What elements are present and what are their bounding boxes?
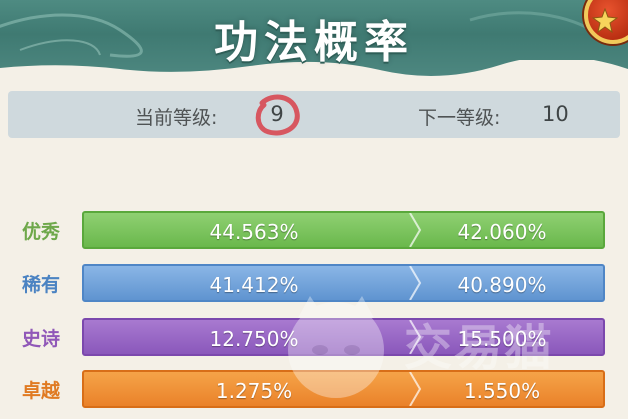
next-level-value: 10 (542, 102, 569, 126)
rarity-label: 优秀 (22, 221, 61, 243)
current-level-label: 当前等级: (135, 107, 218, 129)
panel-title: 功法概率 (214, 17, 414, 68)
current-level-value: 9 (270, 102, 284, 126)
rarity-label: 稀有 (22, 274, 61, 296)
rarity-row-excellent: 优秀 44.563% 42.060% (0, 211, 628, 249)
close-star-icon (592, 8, 618, 34)
rarity-bar: 44.563% 42.060% (82, 211, 605, 249)
level-info-bar: 当前等级: 9 下一等级: 10 (8, 91, 620, 138)
rarity-label: 史诗 (22, 328, 61, 350)
next-probability: 42.060% (457, 220, 547, 244)
watermark-text: 交易猫 (404, 320, 555, 376)
header-banner: 功法概率 (0, 0, 628, 76)
watermark: 交易猫 (276, 288, 616, 419)
cat-logo-icon (288, 296, 384, 398)
next-level-label: 下一等级: (418, 107, 501, 129)
current-probability: 44.563% (209, 220, 299, 244)
probability-panel: 功法概率 当前等级: 9 下一等级: 10 优秀 44.563% 42.060%… (0, 0, 628, 419)
rarity-label: 卓越 (22, 380, 61, 402)
